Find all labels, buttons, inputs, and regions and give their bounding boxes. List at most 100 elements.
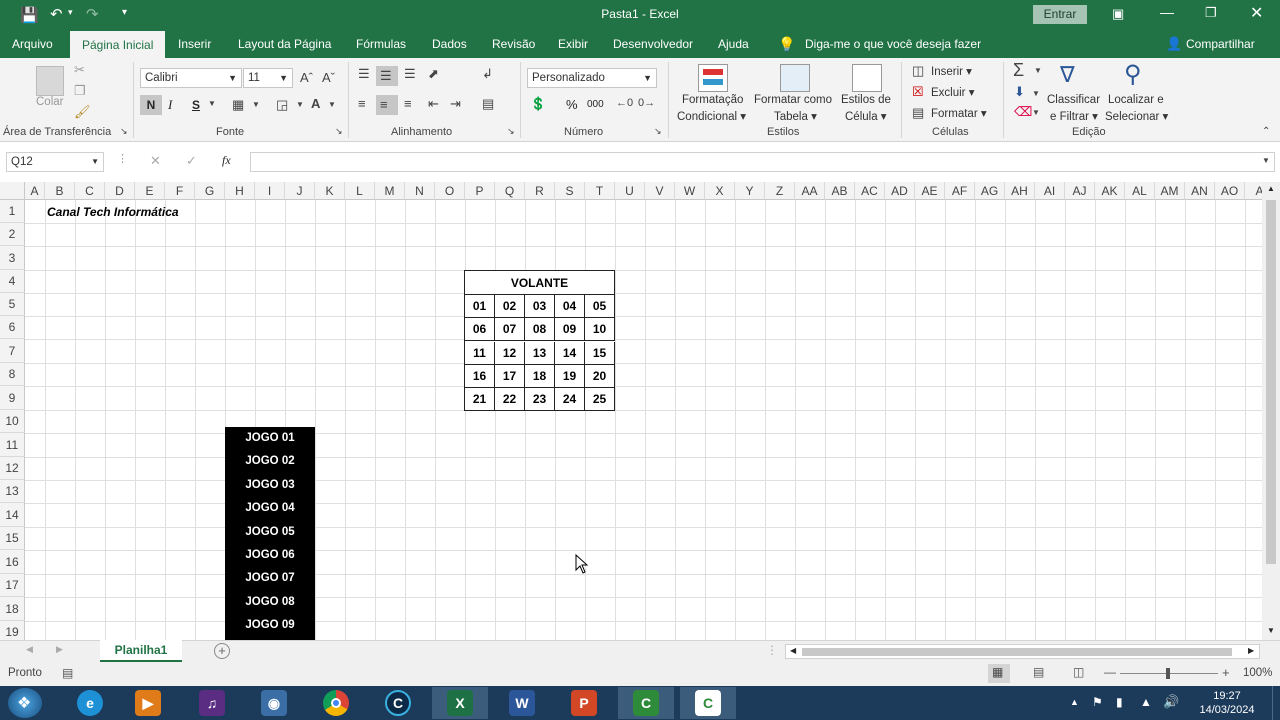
tell-me-search[interactable]: Diga-me o que você deseja fazer — [805, 30, 981, 58]
format-table-label-2[interactable]: Tabela ▾ — [774, 109, 817, 123]
taskbar-video[interactable]: ◉ — [246, 687, 302, 719]
volante-number-cell[interactable]: 10 — [585, 318, 615, 342]
row-header[interactable]: 7 — [0, 339, 25, 363]
taskbar-camtasia-2[interactable]: C — [680, 687, 736, 719]
volante-number-cell[interactable]: 16 — [465, 364, 495, 388]
cond-format-label-2[interactable]: Condicional ▾ — [677, 109, 746, 123]
orientation-icon[interactable]: ⬈ — [428, 66, 439, 82]
align-left-icon[interactable]: ≡ — [358, 96, 366, 111]
tab-inserir[interactable]: Inserir — [178, 30, 211, 58]
column-header[interactable]: L — [345, 182, 375, 200]
font-launcher-icon[interactable]: ↘ — [335, 126, 343, 137]
align-middle-icon[interactable]: ☰ — [376, 66, 398, 86]
column-header[interactable]: W — [675, 182, 705, 200]
expand-formula-icon[interactable]: ▼ — [1262, 156, 1270, 165]
row-header[interactable]: 3 — [0, 246, 25, 270]
scroll-right-icon[interactable]: ▶ — [1248, 646, 1254, 655]
column-header[interactable]: Q — [495, 182, 525, 200]
row-header[interactable]: 18 — [0, 597, 25, 621]
fill-dropdown-icon[interactable]: ▼ — [1032, 89, 1040, 98]
taskbar-powerpoint[interactable]: P — [556, 687, 612, 719]
column-header[interactable]: A — [25, 182, 45, 200]
paste-button[interactable]: Colar — [36, 96, 63, 108]
align-top-icon[interactable]: ☰ — [358, 66, 370, 82]
increase-font-icon[interactable]: Aˆ — [300, 70, 313, 85]
column-header[interactable]: E — [135, 182, 165, 200]
next-sheet-icon[interactable]: ▶ — [56, 644, 63, 655]
jogo-cell[interactable]: JOGO 05 — [225, 520, 315, 544]
name-box[interactable]: Q12 ▼ — [6, 152, 104, 172]
jogo-cell[interactable]: JOGO 04 — [225, 497, 315, 521]
horizontal-scrollbar[interactable]: ◀ ▶ — [785, 644, 1260, 659]
autosum-icon[interactable]: Σ — [1013, 60, 1024, 81]
decrease-font-icon[interactable]: Aˇ — [322, 70, 335, 85]
fill-color-icon[interactable]: ◲ — [276, 97, 288, 113]
column-header[interactable]: F — [165, 182, 195, 200]
taskbar-chrome[interactable] — [308, 687, 364, 719]
volume-icon[interactable]: 🔊 — [1163, 694, 1179, 710]
jogo-cell[interactable]: JOGO 02 — [225, 450, 315, 474]
column-header[interactable]: G — [195, 182, 225, 200]
volante-number-cell[interactable]: 14 — [555, 341, 585, 365]
volante-number-cell[interactable]: 22 — [495, 388, 525, 412]
clear-icon[interactable]: ⌫ — [1014, 104, 1032, 120]
volante-number-cell[interactable]: 12 — [495, 341, 525, 365]
italic-button[interactable]: I — [168, 95, 172, 115]
tab-dados[interactable]: Dados — [432, 30, 467, 58]
column-header[interactable]: P — [465, 182, 495, 200]
column-header[interactable]: S — [555, 182, 585, 200]
zoom-level[interactable]: 100% — [1243, 667, 1272, 679]
volante-number-cell[interactable]: 11 — [465, 341, 495, 365]
volante-number-cell[interactable]: 06 — [465, 318, 495, 342]
show-hidden-icons[interactable]: ▲ — [1070, 697, 1079, 707]
find-select-label-2[interactable]: Selecionar ▾ — [1105, 109, 1168, 123]
column-header[interactable]: AE — [915, 182, 945, 200]
decrease-decimal-icon[interactable]: 0→ — [638, 97, 655, 109]
vertical-scroll-thumb[interactable] — [1266, 200, 1276, 564]
prev-sheet-icon[interactable]: ◀ — [26, 644, 33, 655]
column-header[interactable]: AI — [1035, 182, 1065, 200]
tab-layout[interactable]: Layout da Página — [238, 30, 331, 58]
column-header[interactable]: H — [225, 182, 255, 200]
volante-number-cell[interactable]: 20 — [585, 364, 615, 388]
jogo-cell[interactable]: JOGO 09 — [225, 614, 315, 638]
row-header[interactable]: 2 — [0, 223, 25, 246]
bold-button[interactable]: N — [140, 95, 162, 115]
column-header[interactable]: J — [285, 182, 315, 200]
sort-filter-label-2[interactable]: e Filtrar ▾ — [1050, 109, 1098, 123]
borders-dropdown-icon[interactable]: ▼ — [252, 100, 260, 109]
macro-record-icon[interactable]: ▤ — [62, 666, 73, 680]
new-sheet-icon[interactable]: + — [214, 643, 230, 659]
insert-function-button[interactable]: fx — [222, 153, 231, 168]
cell-b1[interactable]: Canal Tech Informática — [47, 205, 179, 219]
close-icon[interactable]: ✕ — [1250, 3, 1263, 23]
row-header[interactable]: 11 — [0, 433, 25, 457]
jogo-cell[interactable]: JOGO 03 — [225, 473, 315, 497]
format-cells-button[interactable]: Formatar ▾ — [931, 106, 987, 120]
cut-icon[interactable]: ✂ — [74, 62, 85, 78]
column-header[interactable]: B — [45, 182, 75, 200]
underline-dropdown-icon[interactable]: ▼ — [208, 99, 216, 108]
jogo-cell[interactable]: JOGO 07 — [225, 567, 315, 591]
volante-number-cell[interactable]: 09 — [555, 318, 585, 342]
restore-icon[interactable]: ❐ — [1205, 5, 1217, 21]
show-desktop-button[interactable] — [1272, 686, 1280, 720]
start-button[interactable]: ❖ — [8, 688, 42, 718]
row-header[interactable]: 15 — [0, 527, 25, 550]
row-header[interactable]: 19 — [0, 621, 25, 640]
wrap-text-icon[interactable]: ↲ — [482, 66, 493, 82]
cancel-entry-icon[interactable]: ✕ — [150, 153, 161, 169]
row-header[interactable]: 5 — [0, 293, 25, 316]
column-header[interactable]: AB — [825, 182, 855, 200]
font-color-dropdown-icon[interactable]: ▼ — [328, 100, 336, 109]
volante-number-cell[interactable]: 15 — [585, 341, 615, 365]
volante-number-cell[interactable]: 18 — [525, 364, 555, 388]
formula-input[interactable] — [250, 152, 1275, 172]
volante-number-cell[interactable]: 08 — [525, 318, 555, 342]
align-center-icon[interactable]: ≡ — [376, 95, 398, 115]
sheet-tab-planilha1[interactable]: Planilha1 — [100, 640, 182, 662]
zoom-out-button[interactable]: — — [1104, 665, 1116, 679]
page-layout-view-icon[interactable]: ▤ — [1033, 665, 1044, 679]
jogo-cell[interactable]: JOGO 06 — [225, 544, 315, 567]
cell-styles-label-1[interactable]: Estilos de — [841, 94, 891, 106]
